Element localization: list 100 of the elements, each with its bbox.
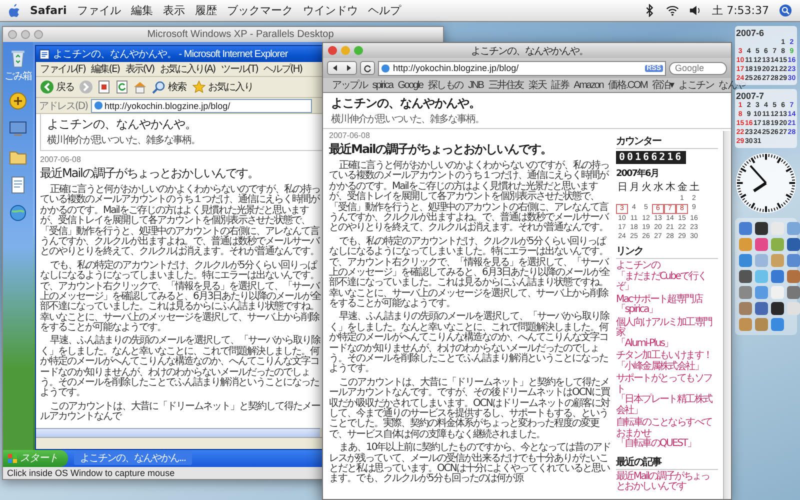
window-title: よこチンの、なんやかんや。 [470,44,589,58]
bookmark-link[interactable]: 価格.COM [608,78,648,92]
speaker-icon[interactable] [689,4,702,17]
search-field[interactable]: Google [669,62,727,74]
menu-item[interactable]: お気に入り(A) [160,62,215,76]
menu-item[interactable]: ヘルプ [368,3,401,18]
post-title: 最近Mailの調子がちょっとおかしいんです。 [40,165,260,182]
menu-item[interactable]: ファイル [76,3,121,18]
sidebar-link[interactable]: よこチンの 「まだまだCubeで行くぞ」 [616,261,718,292]
sidebar-link[interactable]: Macサポート超専門店 「spirica」 [616,294,702,316]
weekday-label: 金 [676,181,688,194]
window-title: よこチンの、なんやかんや。 - Microsoft Internet Explorer [53,48,288,61]
menu-item[interactable]: 表示 [162,3,185,18]
status-text: Click inside OS Window to capture mouse [6,466,176,479]
menu-item[interactable]: ヘルプ(H) [264,62,302,76]
icon-label: ごみ箱 [4,70,32,83]
window-title: Microsoft Windows XP - Parallels Desktop [146,29,335,40]
address-field[interactable]: http://yokochin.blogzine.jp/blog/ [90,98,312,112]
home-icon[interactable] [133,80,147,94]
weekday-label: 水 [652,180,664,194]
section-heading: リンク [616,244,718,259]
search-icon [152,80,166,94]
menu-item[interactable]: ファイル(F) [40,62,86,76]
zoom-button[interactable] [354,46,363,55]
search-icon[interactable] [779,4,792,17]
menu-item[interactable]: ウインドウ [302,3,358,18]
bookmark-link[interactable]: よこチン [678,78,714,92]
weekday-label: 日 [616,181,628,194]
post-date: 2007-06-08 [329,131,371,140]
menu-item[interactable]: ツール(T) [220,62,258,76]
minimize-button[interactable] [341,46,350,55]
menu-item[interactable]: ブックマーク [226,3,293,18]
app-icon[interactable] [755,222,768,235]
close-button[interactable] [8,30,17,39]
bookmark-link[interactable]: 宿泊▾ [652,78,674,92]
bookmark-link[interactable]: 探しもの [428,78,463,92]
menu-item[interactable]: 編集 [130,3,153,18]
back-button[interactable]: 戻る [39,80,75,94]
paragraph: 正確に言うと何がおかしいのかよくわからないのですが、私の持っている複数のメールアカウントのうち１つだけ、通信にえらく時間がかかるのです。Mailをご存じの方はよく見慣れた光景だと思いますが、受信トレイを展開して各アカウントを個別表示させた状態で、「受信」動作を行うと、処理中のアカウントの右側に、アレなんて言うんですか、クルクルが出ますよね。で、普通は数秒でメールサーバとのやりとりを終えて、クルクルは消えます。それが普通なんです。 [40,185,321,258]
page-icon [39,48,50,60]
menu-item[interactable]: Safari [30,4,67,17]
favorites-button[interactable]: お気に入り [191,80,254,94]
app-icon[interactable] [771,302,784,315]
star-icon [192,80,206,94]
bookmark-link[interactable]: JNB [468,80,484,90]
sidebar-link[interactable]: 最近Mailの調子がちょっとおかしいんです [616,472,718,492]
reload-button[interactable] [360,61,375,75]
zoom-button[interactable] [34,30,43,39]
sidebar-link[interactable]: チタン加工もいけます！ 「小峰金属株式会社」 [616,351,712,372]
calendar-title: 2007-6 [736,28,766,38]
blog-title[interactable]: よこチンの、なんやかんや。 [331,95,723,112]
menu-item[interactable]: 編集(E) [91,62,120,76]
sidebar-link[interactable]: 個人向けアルミ加工専門家 「Alumi-Plus」 [616,318,718,349]
paragraph: このアカウントは、大昔に「ドリームネット」と契約をして得たメールアカウントなんです。ですが、その後ドリームネットはOCNに買収だか吸収だかされてしまいます。OCNはドリームネットの顧客に対して、今まで通りのサービスを提供するし、サポートもする、ということでした。実際、契約の料金体系がちょっと変わった程度の変更で、サービス自体は何の支障もなく継続されました。 [329,378,611,440]
menu-item[interactable]: 表示(V) [125,62,154,76]
app-icon[interactable] [739,270,752,283]
calendar-title: 2007年6月 [616,168,658,180]
bookmark-link[interactable]: Google [398,80,423,90]
weekday-label: 月 [628,181,640,194]
paragraph: 早速、ふん詰まりの先頭のメールを選択して、「サーバから取り除く」をしました。なんと幸いなことに、これで問題解決しました。何か特定のメールがへんてこりんな構造なのか、へんてこりんな文字コードなのか知りませんが、わけのわからないメールだったのでしょう。そのメールを削除したことでふん詰まり解消ということになったようです。 [329,312,610,375]
apple-icon[interactable] [8,4,20,18]
paragraph: まあ、10年以上前に契約したものですから、今となっては昔のアドレスが残っていて、メールの受信が出来るだけでも十分ありがたいことだと私は思っています。OCNは十分によくやってくれていると思います。でも、クルクルが5分も回ったのは何が原 [329,443,611,485]
paragraph: 正確に言うと何がおかしいのかよくわからないのですが、私の持っている複数のメールアカウントのうち１つだけ、通信にえらく時間がかかるのです。Mailをご存じの方はよく見慣れた光景だと思いますが、受信トレイを展開して各アカウントを個別表示させた状態で、「受信」動作を行うと、処理中のアカウントの右側に、アレなんて言うんですか、クルクルが出ますよね。で、普通は数秒でメールサーバとのやりとりを終えて、クルクルは消えます。それが普通なんです。 [329,161,610,234]
address-label: アドレス(D) [39,100,88,112]
menu-clock[interactable]: 土 7:53:37 [712,3,769,18]
paragraph: でも、私の特定のアカウントだけ、クルクルが5分くらい回りっぱなしになるようになってしまいました。特にエラーは出ないんです。で、アカウント右クリックで、「情報を見る」を選択して、「サーバ上のメッセージ」を確認してみると、6月3日あたり以降のメールが全部不達になっていました。これは見るからにふん詰まり状態ですね。幸いなことに、サーバ上のメッセージを選択して、サーバ上から削除をすることが可能なようです。 [40,260,322,334]
bookmark-link[interactable]: 三井住友 [488,78,524,92]
post-date: 2007-06-08 [40,155,82,164]
close-button[interactable] [328,46,337,55]
scrollbar[interactable] [723,131,731,499]
bookmark-link[interactable]: 楽天 [528,78,546,92]
search-button[interactable]: 検索 [151,80,187,94]
clock-drawing [735,152,797,214]
blog-subtitle: 横川伸介が思いついた、雑多な事柄。 [47,134,201,147]
wifi-icon[interactable] [666,4,680,17]
bookmark-link[interactable]: 証券 [551,78,569,92]
bookmark-link[interactable]: アップル [332,78,368,92]
post-title: 最近Mailの調子がちょっとおかしいんです。 [329,141,552,158]
sidebar-link[interactable]: 自転車のことならすべておまかせ 「自転車のQUEST」 [616,418,718,450]
menu-item[interactable]: 履歴 [194,3,217,18]
forward-icon[interactable] [79,80,93,94]
calendar-title: 2007-7 [736,91,766,101]
reload-icon [363,64,372,72]
section-heading: カウンター [616,134,718,149]
computer-icon[interactable] [8,119,28,139]
sidebar-link[interactable]: サポートがとってもソフト 「日本プレート精工株式会社」 [616,374,718,416]
blog-subtitle: 横川伸介が思いついた、雑多な事柄。 [331,112,485,126]
plus-circle-icon[interactable] [8,91,28,111]
paragraph: 早速、ふん詰まりの先頭のメールを選択して、「サーバから取り除く」をしました。なんと幸いなことに、これで問題解決しました。何か特定のメールがへんてこりんな構造なのか、へんてこりんな文字コードなのか知りませんが、わけのわからないメールだったのでしょう。そのメールを削除したことでふん詰まり解消ということになったようです。 [40,336,322,399]
refresh-icon[interactable] [115,80,129,94]
minimize-button[interactable] [21,30,30,39]
paragraph: このアカウントは、大昔に「ドリームネット」と契約して得たメールアカウントなんで [40,402,322,423]
blog-title[interactable]: よこチンの、なんやかんや。 [47,116,317,133]
stop-icon[interactable] [97,80,111,94]
back-forward-button[interactable] [327,61,357,75]
bookmark-link[interactable]: spirica [372,80,393,90]
bookmark-link[interactable]: Amazon [574,80,604,90]
taskbar-button[interactable]: よこチンの、なんやかん... [74,451,192,466]
weekday-label: 木 [664,180,676,194]
weekday-label: 土 [688,180,700,194]
